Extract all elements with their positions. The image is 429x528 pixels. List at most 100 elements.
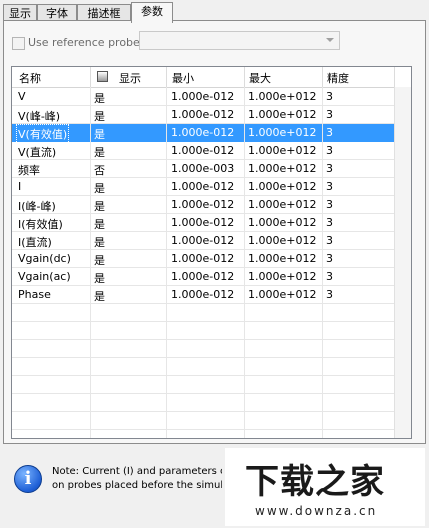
note-line-1: Note: Current (I) and parameters c bbox=[52, 466, 222, 477]
cell-show: 是 bbox=[94, 146, 105, 159]
empty-row bbox=[12, 304, 411, 322]
cell-precision: 3 bbox=[326, 180, 333, 193]
column-header-name[interactable]: 名称 bbox=[19, 70, 41, 86]
cell-show: 是 bbox=[94, 200, 105, 213]
cell-name: I(有效值) bbox=[18, 218, 63, 231]
cell-precision: 3 bbox=[326, 198, 333, 211]
tab-description-box[interactable]: 描述框 bbox=[77, 4, 131, 21]
cell-name: Phase bbox=[18, 288, 51, 301]
empty-row bbox=[12, 376, 411, 394]
cell-show: 是 bbox=[94, 272, 105, 285]
cell-show: 是 bbox=[94, 182, 105, 195]
table-row[interactable]: I(有效值) 是 1.000e-012 1.000e+012 3 bbox=[12, 214, 411, 232]
cell-max: 1.000e+012 bbox=[248, 180, 317, 193]
table-row[interactable]: V(峰-峰) 是 1.000e-012 1.000e+012 3 bbox=[12, 106, 411, 124]
cell-max: 1.000e+012 bbox=[248, 144, 317, 157]
cell-min: 1.000e-012 bbox=[171, 90, 235, 103]
tab-display[interactable]: 显示 bbox=[3, 4, 37, 21]
cell-min: 1.000e-012 bbox=[171, 108, 235, 121]
chevron-down-icon bbox=[326, 38, 334, 42]
table-row[interactable]: Vgain(dc) 是 1.000e-012 1.000e+012 3 bbox=[12, 250, 411, 268]
cell-precision: 3 bbox=[326, 216, 333, 229]
cell-precision: 3 bbox=[326, 126, 333, 139]
cell-name: V(有效值) bbox=[15, 124, 70, 144]
cell-min: 1.000e-003 bbox=[171, 162, 235, 175]
cell-min: 1.000e-012 bbox=[171, 270, 235, 283]
cell-show: 是 bbox=[94, 254, 105, 267]
cell-precision: 3 bbox=[326, 270, 333, 283]
cell-max: 1.000e+012 bbox=[248, 288, 317, 301]
empty-row bbox=[12, 412, 411, 430]
cell-max: 1.000e+012 bbox=[248, 234, 317, 247]
table-row[interactable]: V(直流) 是 1.000e-012 1.000e+012 3 bbox=[12, 142, 411, 160]
cell-min: 1.000e-012 bbox=[171, 234, 235, 247]
cell-precision: 3 bbox=[326, 108, 333, 121]
table-row[interactable]: I 是 1.000e-012 1.000e+012 3 bbox=[12, 178, 411, 196]
cell-name: V(直流) bbox=[18, 146, 57, 159]
empty-row bbox=[12, 430, 411, 438]
cell-max: 1.000e+012 bbox=[248, 270, 317, 283]
cell-name: V bbox=[18, 90, 26, 103]
cell-max: 1.000e+012 bbox=[248, 252, 317, 265]
column-header-min[interactable]: 最小 bbox=[172, 70, 194, 86]
watermark-logo: 下载之家 www.downza.cn bbox=[225, 448, 425, 526]
cell-name: I(峰-峰) bbox=[18, 200, 56, 213]
tab-parameters[interactable]: 参数 bbox=[131, 2, 173, 23]
parameters-grid: 名称 显示 最小 最大 精度 V 是 1.000e-012 1.000e+012 3 V(… bbox=[11, 66, 412, 439]
cell-min: 1.000e-012 bbox=[171, 252, 235, 265]
empty-row bbox=[12, 322, 411, 340]
cell-min: 1.000e-012 bbox=[171, 216, 235, 229]
cell-precision: 3 bbox=[326, 252, 333, 265]
column-header-precision[interactable]: 精度 bbox=[327, 70, 349, 86]
grid-header: 名称 显示 最小 最大 精度 bbox=[12, 67, 411, 88]
cell-name: I(直流) bbox=[18, 236, 52, 249]
cell-precision: 3 bbox=[326, 234, 333, 247]
info-icon: i bbox=[14, 465, 42, 493]
cell-show: 是 bbox=[94, 128, 105, 141]
cell-name: I bbox=[18, 180, 22, 193]
reference-probe-select[interactable] bbox=[139, 31, 340, 50]
empty-row bbox=[12, 358, 411, 376]
cell-max: 1.000e+012 bbox=[248, 198, 317, 211]
watermark-title: 下载之家 bbox=[245, 462, 385, 502]
cell-show: 是 bbox=[94, 290, 105, 303]
cell-max: 1.000e+012 bbox=[248, 162, 317, 175]
cell-max: 1.000e+012 bbox=[248, 90, 317, 103]
cell-precision: 3 bbox=[326, 288, 333, 301]
cell-max: 1.000e+012 bbox=[248, 126, 317, 139]
cell-name: Vgain(dc) bbox=[18, 252, 71, 265]
cell-min: 1.000e-012 bbox=[171, 126, 235, 139]
column-header-max[interactable]: 最大 bbox=[249, 70, 271, 86]
empty-row bbox=[12, 340, 411, 358]
cell-precision: 3 bbox=[326, 144, 333, 157]
cell-show: 是 bbox=[94, 92, 105, 105]
show-all-checkbox-icon[interactable] bbox=[97, 71, 108, 82]
table-row[interactable]: I(直流) 是 1.000e-012 1.000e+012 3 bbox=[12, 232, 411, 250]
vertical-scrollbar[interactable] bbox=[394, 87, 411, 438]
cell-name: V(峰-峰) bbox=[18, 110, 61, 123]
column-header-show[interactable]: 显示 bbox=[119, 70, 141, 86]
cell-show: 是 bbox=[94, 218, 105, 231]
cell-show: 否 bbox=[94, 164, 105, 177]
cell-precision: 3 bbox=[326, 162, 333, 175]
cell-min: 1.000e-012 bbox=[171, 198, 235, 211]
tab-font[interactable]: 字体 bbox=[37, 4, 77, 21]
table-row[interactable]: I(峰-峰) 是 1.000e-012 1.000e+012 3 bbox=[12, 196, 411, 214]
watermark-url: www.downza.cn bbox=[255, 504, 378, 518]
table-row[interactable]: Phase 是 1.000e-012 1.000e+012 3 bbox=[12, 286, 411, 304]
cell-max: 1.000e+012 bbox=[248, 216, 317, 229]
cell-max: 1.000e+012 bbox=[248, 108, 317, 121]
table-row[interactable]: 频率 否 1.000e-003 1.000e+012 3 bbox=[12, 160, 411, 178]
empty-row bbox=[12, 394, 411, 412]
cell-name: 频率 bbox=[18, 164, 40, 177]
table-row[interactable]: V 是 1.000e-012 1.000e+012 3 bbox=[12, 88, 411, 106]
reference-probe-label: Use reference probe bbox=[28, 36, 140, 49]
reference-probe-checkbox[interactable] bbox=[12, 37, 25, 50]
note-text: Note: Current (I) and parameters c on pr… bbox=[52, 465, 222, 493]
cell-min: 1.000e-012 bbox=[171, 288, 235, 301]
table-row[interactable]: V(有效值) 是 1.000e-012 1.000e+012 3 bbox=[12, 124, 411, 144]
cell-min: 1.000e-012 bbox=[171, 144, 235, 157]
cell-min: 1.000e-012 bbox=[171, 180, 235, 193]
cell-name: Vgain(ac) bbox=[18, 270, 71, 283]
table-row[interactable]: Vgain(ac) 是 1.000e-012 1.000e+012 3 bbox=[12, 268, 411, 286]
